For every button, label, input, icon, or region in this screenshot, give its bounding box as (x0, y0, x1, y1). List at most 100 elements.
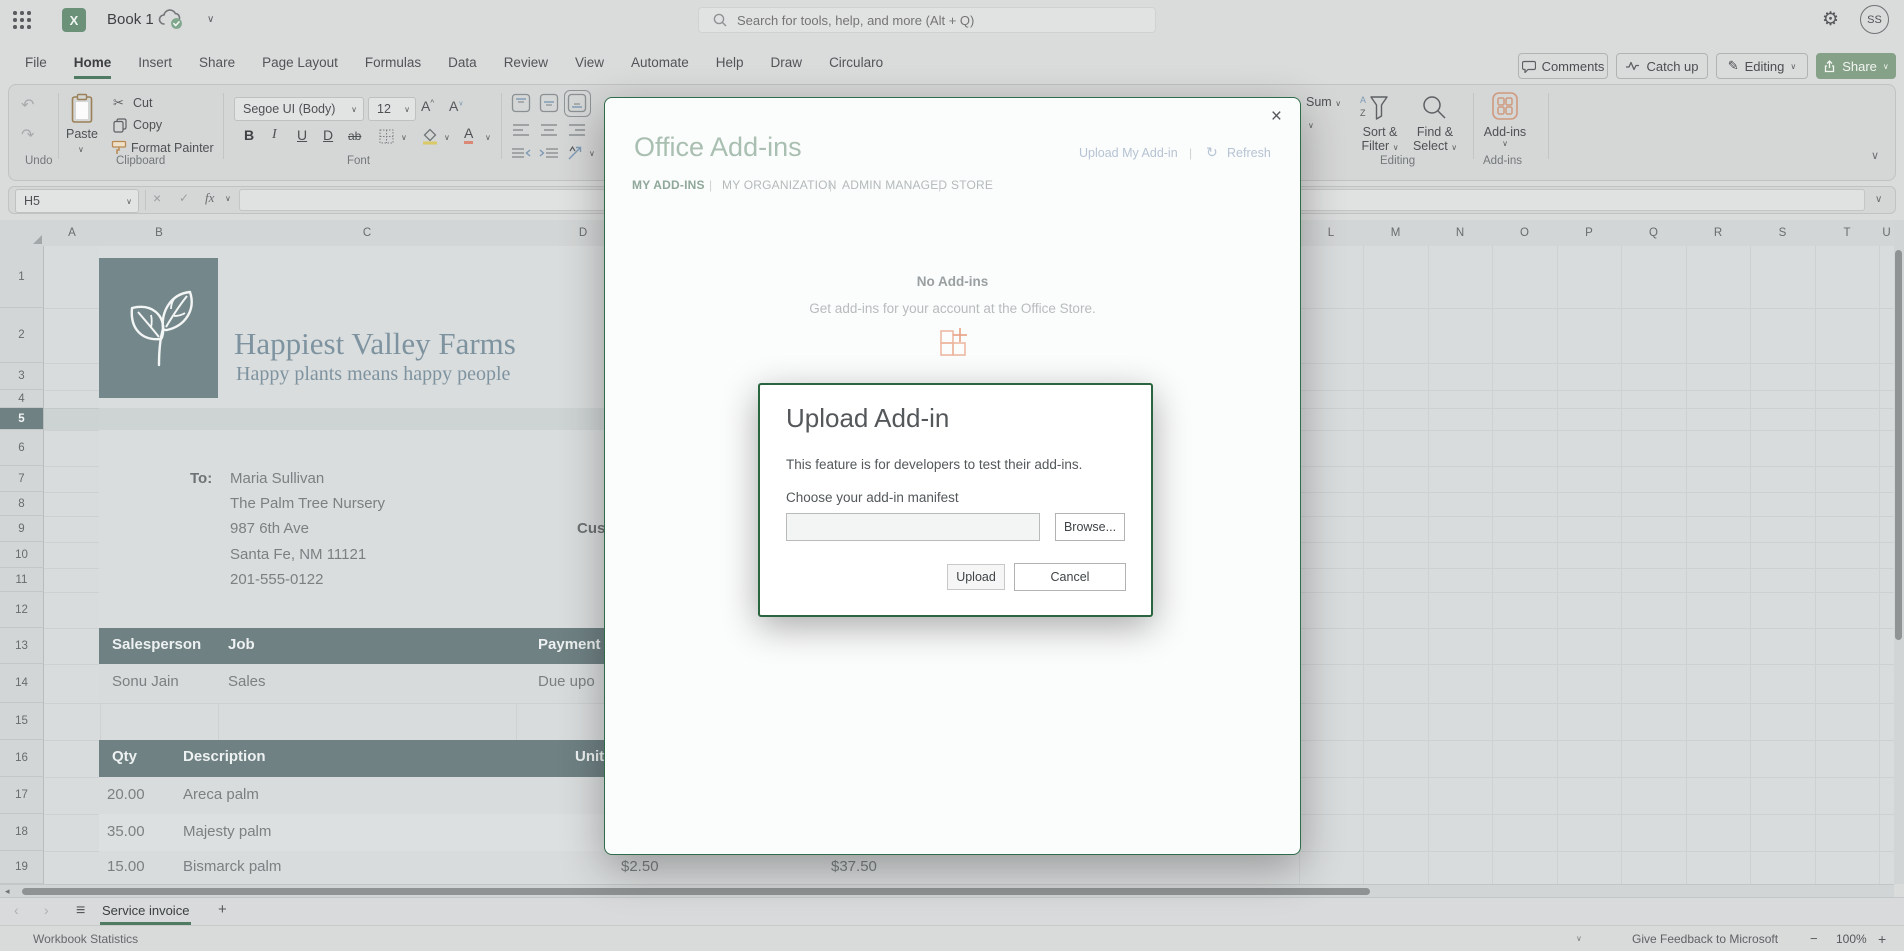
row-header-6[interactable]: 6 (0, 430, 44, 466)
upload-my-addin-link[interactable]: Upload My Add-in (1079, 146, 1178, 160)
cancel-entry-icon[interactable]: × (153, 190, 161, 206)
borders-button[interactable] (379, 129, 394, 144)
double-underline-button[interactable]: D (323, 127, 333, 143)
find-select-button[interactable]: Find & Select ∨ (1411, 125, 1459, 153)
align-center-button[interactable] (540, 123, 558, 137)
col-header-P[interactable]: P (1557, 220, 1622, 247)
row-header-11[interactable]: 11 (0, 568, 44, 592)
row-header-12[interactable]: 12 (0, 592, 44, 628)
search-box[interactable] (698, 7, 1156, 33)
decrease-font-button[interactable]: A∨ (449, 98, 463, 114)
menu-help[interactable]: Help (716, 55, 744, 79)
col-header-C[interactable]: C (218, 220, 517, 247)
cancel-button[interactable]: Cancel (1014, 563, 1126, 591)
row-header-8[interactable]: 8 (0, 492, 44, 516)
col-header-N[interactable]: N (1428, 220, 1493, 247)
tab-admin-managed[interactable]: ADMIN MANAGED (842, 178, 947, 192)
expand-formula-bar-icon[interactable]: ∨ (1875, 194, 1882, 205)
tab-my-organization[interactable]: MY ORGANIZATION (722, 178, 837, 192)
insert-function-button[interactable]: fx (205, 190, 214, 206)
share-button[interactable]: Share ∨ (1816, 53, 1896, 79)
app-launcher-icon[interactable] (13, 11, 31, 29)
font-color-chevron-icon[interactable]: ∨ (485, 133, 491, 142)
copy-button[interactable]: Copy (133, 118, 162, 132)
select-all-corner[interactable] (0, 220, 45, 247)
increase-indent-button[interactable] (539, 147, 559, 159)
menu-automate[interactable]: Automate (631, 55, 689, 79)
fx-chevron-icon[interactable]: ∨ (225, 194, 231, 203)
cut-button[interactable]: Cut (133, 96, 152, 110)
col-header-S[interactable]: S (1750, 220, 1816, 247)
orientation-chevron-icon[interactable]: ∨ (589, 149, 595, 158)
row-header-5-selected[interactable]: 5 (0, 408, 44, 430)
underline-button[interactable]: U (297, 127, 307, 143)
manifest-file-input[interactable] (786, 513, 1040, 541)
menu-page-layout[interactable]: Page Layout (262, 55, 338, 79)
menu-review[interactable]: Review (504, 55, 548, 79)
sheet-list-menu-icon[interactable]: ≡ (76, 902, 85, 920)
dialog-close-icon[interactable]: × (1271, 106, 1282, 128)
col-header-M[interactable]: M (1363, 220, 1429, 247)
upload-button[interactable]: Upload (947, 564, 1005, 590)
fill-clear-chevron-icon[interactable]: ∨ (1308, 121, 1314, 130)
collapse-ribbon-chevron-icon[interactable]: ∨ (1871, 149, 1879, 162)
add-sheet-icon[interactable]: + (218, 901, 227, 918)
refresh-link[interactable]: Refresh (1227, 146, 1271, 160)
row-header-2[interactable]: 2 (0, 308, 44, 363)
zoom-level[interactable]: 100% (1836, 932, 1867, 946)
browse-button[interactable]: Browse... (1055, 513, 1125, 541)
settings-gear-icon[interactable]: ⚙ (1822, 8, 1839, 31)
row-header-10[interactable]: 10 (0, 542, 44, 568)
col-header-U[interactable]: U (1879, 220, 1895, 247)
row-header-1[interactable]: 1 (0, 246, 44, 308)
col-header-O[interactable]: O (1492, 220, 1558, 247)
font-size-select[interactable]: 12 ∨ (368, 97, 416, 121)
menu-share[interactable]: Share (199, 55, 235, 79)
undo-button[interactable]: ↶ (21, 95, 34, 115)
fill-color-chevron-icon[interactable]: ∨ (444, 133, 450, 142)
menu-home[interactable]: Home (74, 55, 112, 79)
col-header-L[interactable]: L (1299, 220, 1364, 247)
autosum-button[interactable]: Sum ∨ (1306, 95, 1341, 109)
font-name-select[interactable]: Segoe UI (Body) ∨ (234, 97, 364, 121)
row-header-17[interactable]: 17 (0, 777, 44, 814)
increase-font-button[interactable]: A^ (421, 98, 434, 114)
italic-button[interactable]: I (272, 127, 277, 143)
align-left-button[interactable] (512, 123, 530, 137)
paste-button[interactable]: Paste (66, 127, 98, 141)
strikethrough-button[interactable]: ab (348, 129, 361, 143)
row-header-19[interactable]: 19 (0, 851, 44, 884)
col-header-Q[interactable]: Q (1621, 220, 1687, 247)
add-ins-button[interactable]: Add-ins ∨ (1483, 125, 1527, 148)
tab-my-add-ins[interactable]: MY ADD-INS (632, 178, 705, 192)
row-header-18[interactable]: 18 (0, 814, 44, 851)
zoom-in-icon[interactable]: + (1878, 931, 1886, 947)
status-chevron-down-icon[interactable]: ∨ (1576, 934, 1582, 943)
col-header-T[interactable]: T (1815, 220, 1880, 247)
row-header-4[interactable]: 4 (0, 390, 44, 408)
decrease-indent-button[interactable] (511, 147, 531, 159)
align-top-button[interactable] (511, 93, 531, 113)
menu-insert[interactable]: Insert (138, 55, 172, 79)
row-header-3[interactable]: 3 (0, 363, 44, 390)
sheet-tab-active[interactable]: Service invoice (100, 898, 191, 925)
excel-app-icon[interactable]: X (62, 8, 86, 32)
confirm-entry-icon[interactable]: ✓ (179, 191, 189, 205)
borders-chevron-icon[interactable]: ∨ (401, 133, 407, 142)
prev-sheet-icon[interactable]: ‹ (14, 902, 19, 918)
scroll-left-arrow-icon[interactable]: ◂ (5, 886, 10, 897)
workbook-statistics-button[interactable]: Workbook Statistics (33, 932, 138, 946)
title-chevron-down-icon[interactable]: ∨ (207, 14, 214, 25)
cloud-saved-icon[interactable] (157, 9, 185, 31)
menu-draw[interactable]: Draw (771, 55, 803, 79)
fill-color-button[interactable] (421, 126, 439, 145)
editing-mode-button[interactable]: ✎ Editing ∨ (1716, 53, 1808, 79)
text-orientation-button[interactable] (567, 145, 585, 161)
row-header-15[interactable]: 15 (0, 703, 44, 740)
tab-store[interactable]: STORE (951, 178, 993, 192)
give-feedback-link[interactable]: Give Feedback to Microsoft (1632, 932, 1778, 946)
catch-up-button[interactable]: Catch up (1616, 53, 1708, 79)
menu-formulas[interactable]: Formulas (365, 55, 421, 79)
zoom-out-icon[interactable]: − (1810, 931, 1818, 946)
redo-button[interactable]: ↷ (21, 125, 34, 145)
